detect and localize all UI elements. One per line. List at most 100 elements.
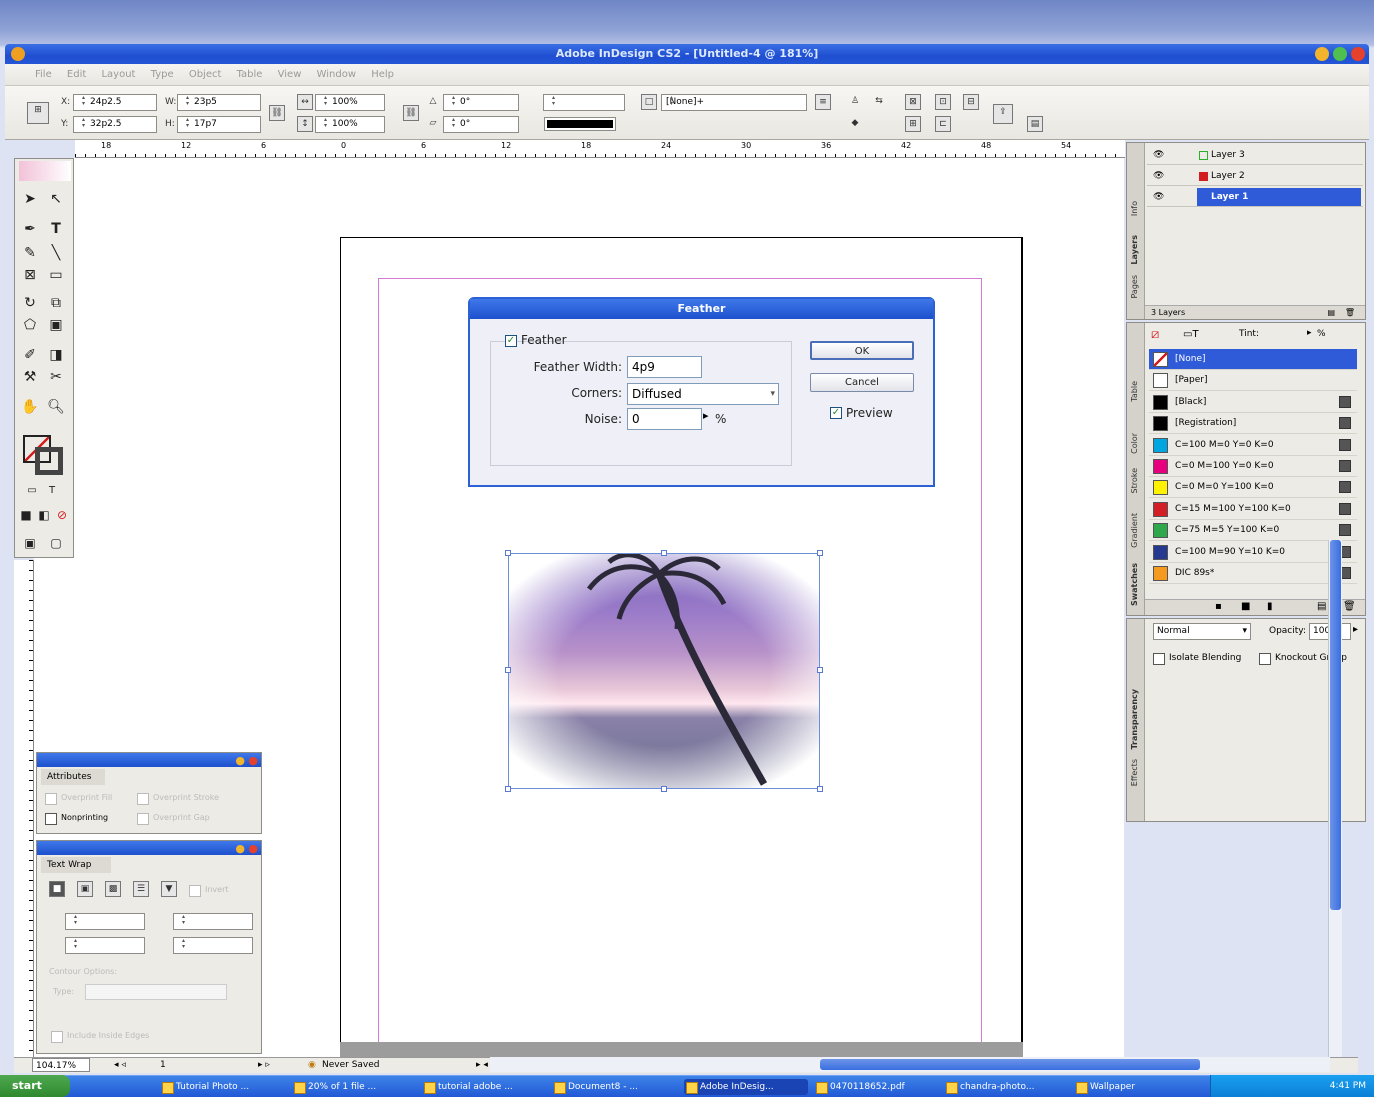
trash-icon[interactable]: 🗑︎ [1343,601,1356,612]
hand-tool-icon[interactable]: ✋ [19,397,41,417]
measure-tool-icon[interactable]: ⚒ [19,367,41,387]
blend-mode-dropdown[interactable]: Normal ▾ [1153,623,1251,640]
rectangle-frame-tool-icon[interactable]: ⊠ [19,265,41,285]
scissors-tool-icon[interactable]: ✂ [45,367,67,387]
eye-icon[interactable]: 👁︎ [1153,145,1164,165]
fill-frame-icon[interactable]: ⊏ [935,116,951,132]
scale-tool-icon[interactable]: ⧉ [45,293,67,313]
noise-input[interactable]: 0 [627,408,702,430]
taskbar-item[interactable]: Tutorial Photo ... [160,1079,284,1095]
panel-menu-icon[interactable]: ▤ [1027,116,1043,132]
maximize-button[interactable] [1333,47,1347,61]
isolate-blending-checkbox[interactable] [1153,653,1165,665]
align-icon[interactable]: ≡ [815,94,831,110]
resize-handle[interactable] [505,550,511,556]
text-wrap-tab[interactable]: Text Wrap [41,857,111,873]
minimize-icon[interactable]: ● [235,842,245,855]
height-field[interactable]: 17p7 [177,116,261,133]
swatch-row[interactable]: C=0 M=0 Y=100 K=0 [1149,477,1357,499]
select-next-icon[interactable]: ⇆ [871,94,887,110]
menu-object[interactable]: Object [189,64,222,86]
close-icon[interactable]: ● [248,754,258,767]
horizontal-scroll-thumb[interactable] [820,1059,1200,1070]
formatting-container-icon[interactable]: ▭ [21,481,43,501]
quick-apply-icon[interactable]: ⇪ [993,104,1013,124]
constrain-proportions-icon[interactable]: ⛓ [269,105,285,121]
show-color-swatches-icon[interactable]: ■ [1241,601,1250,612]
feather-checkbox[interactable]: ✓ [505,335,517,347]
corners-dropdown[interactable]: Diffused ▾ [627,383,779,405]
container-formatting-icon[interactable]: ▭T [1183,329,1199,340]
select-content-icon[interactable]: ♙ [847,94,863,110]
app-icon[interactable] [11,47,25,61]
taskbar-item[interactable]: chandra-photo... [944,1079,1068,1095]
swatch-row[interactable]: C=100 M=0 Y=0 K=0 [1149,435,1357,456]
menu-edit[interactable]: Edit [67,64,86,86]
layer-row-selected[interactable]: 👁︎ Layer 1 [1147,187,1363,207]
resize-handle[interactable] [661,786,667,792]
rectangle-tool-icon[interactable]: ▭ [45,265,67,285]
horizontal-scrollbar[interactable] [490,1057,1330,1072]
start-button[interactable]: start [0,1075,70,1097]
swatch-row[interactable]: C=75 M=5 Y=100 K=0 [1149,520,1357,542]
tab-layers[interactable]: Layers [1130,235,1139,265]
tab-pages[interactable]: Pages [1130,275,1139,299]
fit-content-icon[interactable]: ⊠ [905,94,921,110]
stroke-weight-field[interactable] [543,94,625,111]
type-tool-icon[interactable]: T [45,219,67,239]
tint-arrow-icon[interactable]: ▸ [1307,328,1312,338]
apply-none-icon[interactable]: ⊘ [51,505,73,525]
menu-table[interactable]: Table [237,64,263,86]
new-layer-icon[interactable]: ▤ [1327,306,1335,319]
layer-row[interactable]: 👁︎ Layer 2 [1147,166,1363,186]
rotate-tool-icon[interactable]: ↻ [19,293,41,313]
zoom-tool-icon[interactable]: 🔍︎ [45,397,67,417]
minimize-icon[interactable]: ● [235,754,245,767]
constrain-scale-icon[interactable]: ⛓ [403,105,419,121]
resize-handle[interactable] [505,786,511,792]
menu-file[interactable]: File [35,64,52,86]
eye-icon[interactable]: 👁︎ [1153,166,1164,186]
center-content-icon[interactable]: ⊟ [963,94,979,110]
page-navigation-icon[interactable]: ◂ ◃ [114,1058,126,1073]
flip-icon[interactable]: ◆ [847,116,863,132]
stroke-type-swatch[interactable] [544,117,616,131]
opacity-arrow-icon[interactable]: ▸ [1353,624,1358,635]
noise-slider-arrow-icon[interactable]: ▸ [703,409,709,422]
menu-view[interactable]: View [278,64,302,86]
swatch-row[interactable]: [Paper] [1149,370,1357,392]
rotate-field[interactable]: 0° [443,94,519,111]
menu-window[interactable]: Window [317,64,356,86]
fill-stroke-toggle-icon[interactable]: ⧄ [1151,327,1159,342]
y-field[interactable]: 32p2.5 [73,116,157,133]
fit-frame-icon[interactable]: ⊡ [935,94,951,110]
taskbar-item[interactable]: 0470118652.pdf [814,1079,938,1095]
taskbar-item[interactable]: tutorial adobe ... [422,1079,546,1095]
vertical-scrollbar[interactable] [1328,540,1342,1060]
jump-object-icon[interactable]: ☰ [133,881,149,897]
resize-handle[interactable] [817,786,823,792]
taskbar-item[interactable]: 20% of 1 file ... [292,1079,416,1095]
swatch-row[interactable]: DIC 89s* [1149,563,1357,584]
selection-tool-icon[interactable]: ➤ [19,189,41,209]
reference-point-icon[interactable]: ⊞ [27,102,49,124]
feather-width-input[interactable]: 4p9 [627,356,702,378]
no-wrap-icon[interactable]: ■ [49,881,65,897]
menu-layout[interactable]: Layout [101,64,135,86]
wrap-object-shape-icon[interactable]: ▩ [105,881,121,897]
tab-info[interactable]: Info [1130,201,1139,216]
pencil-tool-icon[interactable]: ✎ [19,243,41,263]
taskbar-item[interactable]: Adobe InDesig... [684,1079,808,1095]
cancel-button[interactable]: Cancel [810,373,914,392]
preview-checkbox[interactable]: ✓ [830,407,842,419]
menu-type[interactable]: Type [151,64,174,86]
taskbar-item[interactable]: Document8 - ... [552,1079,676,1095]
scale-y-field[interactable]: 100% [315,116,385,133]
pen-tool-icon[interactable]: ✒ [19,219,41,239]
fit-proportionally-icon[interactable]: ⊞ [905,116,921,132]
vertical-scroll-thumb[interactable] [1330,540,1341,910]
button-tool-icon[interactable]: ▣ [45,315,67,335]
formatting-text-icon[interactable]: T [41,481,63,501]
direct-selection-tool-icon[interactable]: ↖ [45,189,67,209]
menu-help[interactable]: Help [371,64,394,86]
